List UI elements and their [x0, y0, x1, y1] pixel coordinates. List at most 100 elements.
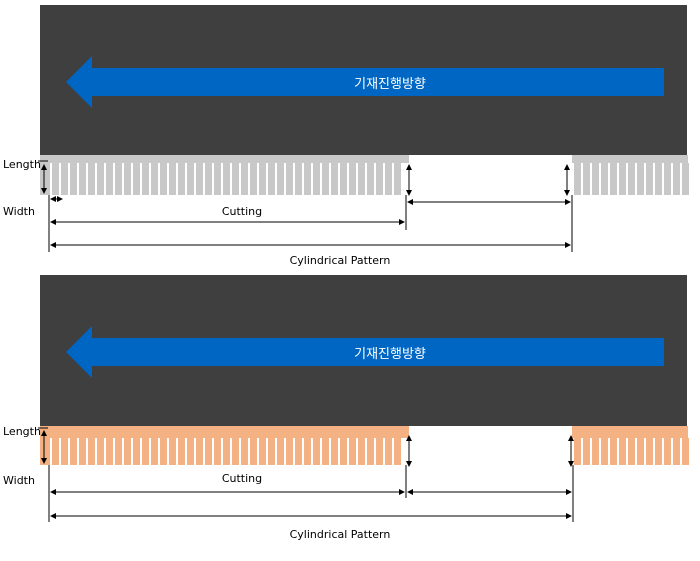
comb-tooth — [304, 438, 311, 465]
comb-tooth — [115, 163, 122, 195]
comb-tooth — [160, 438, 167, 465]
cut-strip — [40, 426, 689, 465]
comb-tooth — [628, 438, 635, 465]
comb-tooth — [601, 163, 608, 195]
comb-tooth — [592, 163, 599, 195]
comb-tooth — [259, 438, 266, 465]
comb-tooth — [394, 163, 401, 195]
comb-tooth — [286, 163, 293, 195]
comb-tooth — [583, 163, 590, 195]
comb-tooth — [88, 438, 95, 465]
comb-tooth — [196, 438, 203, 465]
comb-tooth — [115, 438, 122, 465]
comb-tooth — [250, 438, 257, 465]
comb-tooth — [637, 163, 644, 195]
comb-tooth — [70, 438, 77, 465]
comb-teeth-right — [574, 163, 689, 195]
comb-tooth — [214, 438, 221, 465]
comb-tooth — [394, 438, 401, 465]
comb-tooth — [151, 163, 158, 195]
comb-tooth — [646, 163, 653, 195]
comb-tooth — [133, 163, 140, 195]
panel-1: 기재진행방향 Length Width Cutting Cylindrical … — [3, 5, 689, 267]
comb-tooth — [304, 163, 311, 195]
comb-tooth — [79, 163, 86, 195]
width-label: Width — [3, 205, 35, 218]
comb-tooth — [331, 438, 338, 465]
comb-tooth — [52, 438, 59, 465]
comb-tooth — [340, 163, 347, 195]
direction-label: 기재진행방향 — [354, 76, 426, 92]
panel-2: 기재진행방향 Length Width Cutting Cylindrical … — [3, 275, 689, 541]
comb-tooth — [277, 438, 284, 465]
pattern-label: Cylindrical Pattern — [290, 254, 391, 267]
comb-tooth — [367, 438, 374, 465]
comb-tooth — [385, 438, 392, 465]
comb-tooth — [574, 438, 581, 465]
comb-tooth — [133, 438, 140, 465]
comb-tooth — [61, 163, 68, 195]
cutting-label: Cutting — [222, 472, 262, 485]
comb-tooth — [673, 438, 680, 465]
comb-tooth — [592, 438, 599, 465]
width-label: Width — [3, 474, 35, 487]
cutting-label: Cutting — [222, 205, 262, 218]
comb-tooth — [682, 163, 689, 195]
comb-tooth — [358, 163, 365, 195]
comb-tooth — [196, 163, 203, 195]
strip-band — [40, 155, 409, 163]
comb-tooth — [124, 163, 131, 195]
pattern-label: Cylindrical Pattern — [290, 528, 391, 541]
comb-tooth — [214, 163, 221, 195]
comb-tooth — [313, 163, 320, 195]
comb-tooth — [124, 438, 131, 465]
comb-tooth — [682, 438, 689, 465]
comb-teeth-left — [52, 438, 401, 465]
comb-tooth — [295, 163, 302, 195]
comb-tooth — [340, 438, 347, 465]
diagram-canvas: 기재진행방향 Length Width Cutting Cylindrical … — [3, 5, 689, 541]
comb-tooth — [151, 438, 158, 465]
comb-tooth — [277, 163, 284, 195]
comb-tooth — [160, 163, 167, 195]
cut-strip — [40, 155, 689, 195]
direction-label: 기재진행방향 — [354, 346, 426, 362]
comb-tooth — [187, 438, 194, 465]
comb-tooth — [313, 438, 320, 465]
comb-tooth — [322, 163, 329, 195]
comb-tooth — [601, 438, 608, 465]
comb-tooth — [673, 163, 680, 195]
comb-tooth — [169, 163, 176, 195]
comb-tooth — [187, 163, 194, 195]
comb-tooth — [106, 163, 113, 195]
comb-tooth — [268, 438, 275, 465]
comb-tooth — [349, 438, 356, 465]
length-label: Length — [3, 158, 41, 171]
comb-tooth — [142, 438, 149, 465]
comb-tooth — [619, 438, 626, 465]
comb-tooth — [664, 163, 671, 195]
comb-tooth — [241, 163, 248, 195]
comb-tooth — [232, 438, 239, 465]
comb-tooth — [169, 438, 176, 465]
comb-tooth — [655, 438, 662, 465]
comb-tooth — [385, 163, 392, 195]
comb-tooth — [79, 438, 86, 465]
comb-tooth — [223, 438, 230, 465]
comb-teeth-left — [52, 163, 401, 195]
comb-tooth — [205, 163, 212, 195]
comb-tooth — [349, 163, 356, 195]
comb-tooth — [250, 163, 257, 195]
comb-tooth — [106, 438, 113, 465]
comb-teeth-right — [574, 438, 689, 465]
comb-tooth — [322, 438, 329, 465]
comb-tooth — [178, 438, 185, 465]
comb-tooth — [142, 163, 149, 195]
comb-tooth — [178, 163, 185, 195]
comb-tooth — [70, 163, 77, 195]
comb-tooth — [574, 163, 581, 195]
comb-tooth — [619, 163, 626, 195]
comb-tooth — [655, 163, 662, 195]
comb-tooth — [241, 438, 248, 465]
comb-tooth — [331, 163, 338, 195]
